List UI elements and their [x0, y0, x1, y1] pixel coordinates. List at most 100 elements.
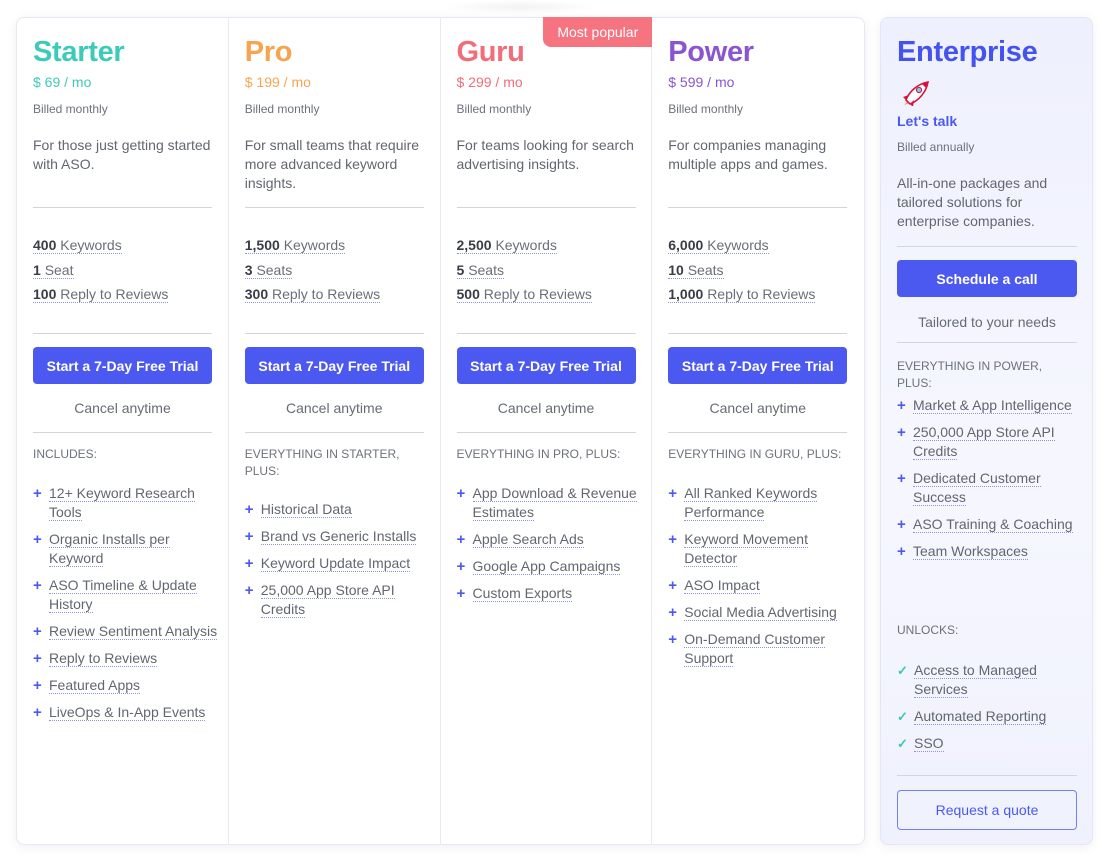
feature-item[interactable]: + Review Sentiment Analysis [33, 622, 218, 641]
quota-item[interactable]: 5 Seats [456, 261, 592, 286]
feature-item[interactable]: + Keyword Movement Detector [668, 530, 853, 568]
feature-item[interactable]: + Brand vs Generic Installs [245, 527, 430, 546]
unlock-item[interactable]: ✓ Automated Reporting [897, 707, 1082, 726]
feature-item[interactable]: + Reply to Reviews [33, 649, 218, 668]
feature-label: Market & App Intelligence [913, 397, 1072, 414]
plus-icon: + [668, 485, 678, 502]
quota-item[interactable]: 3 Seats [244, 261, 380, 286]
plan-card-enterprise: Enterprise Let's talk Billed annually Al… [880, 17, 1093, 845]
quota-label: Seat [44, 261, 74, 278]
feature-label: Historical Data [260, 501, 352, 518]
feature-item[interactable]: + All Ranked Keywords Performance [668, 484, 853, 522]
divider [33, 207, 212, 208]
feature-item[interactable]: + App Download & Revenue Estimates [457, 484, 642, 522]
start-trial-button[interactable]: Start a 7-Day Free Trial [33, 347, 212, 384]
plus-icon: + [33, 704, 42, 721]
feature-label: Featured Apps [49, 677, 141, 694]
start-trial-button[interactable]: Start a 7-Day Free Trial [668, 347, 848, 384]
plus-icon: + [897, 543, 906, 560]
feature-item[interactable]: + Google App Campaigns [457, 557, 642, 576]
feature-item[interactable]: +12+ Keyword Research Tools [33, 484, 218, 522]
plan-price: $ 69 / mo [33, 74, 92, 90]
feature-item[interactable]: + Featured Apps [33, 676, 218, 695]
feature-label: Keyword Update Impact [260, 555, 411, 572]
feature-item[interactable]: + Keyword Update Impact [245, 554, 430, 573]
feature-item[interactable]: + Market & App Intelligence [897, 396, 1082, 415]
feature-item[interactable]: + Historical Data [245, 500, 430, 519]
feature-label: Social Media Advertising [684, 604, 837, 621]
feature-item[interactable]: + Team Workspaces [897, 542, 1082, 561]
divider [244, 207, 424, 208]
quota-item[interactable]: 400 Keywords [33, 236, 168, 261]
quota-value: 100 [33, 286, 57, 302]
plan-name: Enterprise [897, 36, 1038, 68]
plus-icon: + [33, 577, 42, 594]
plan-price: $ 299 / mo [456, 74, 523, 90]
unlocks-title: UNLOCKS: [897, 623, 959, 637]
request-quote-button[interactable]: Request a quote [897, 790, 1077, 830]
plus-icon: + [33, 623, 42, 640]
feature-item[interactable]: +250,000 App Store API Credits [897, 423, 1082, 461]
feature-label: Brand vs Generic Installs [260, 528, 417, 545]
feature-label: Organic Installs per Keyword [49, 531, 170, 567]
quota-value: 400 [33, 237, 57, 253]
quota-value: 1 [33, 261, 41, 278]
feature-item[interactable]: + Organic Installs per Keyword [33, 530, 218, 568]
includes-title: EVERYTHING IN GURU, PLUS: [668, 447, 842, 461]
quota-item[interactable]: 6,000 Keywords [668, 236, 815, 261]
quota-item[interactable]: 1 Seat [33, 261, 168, 286]
feature-item[interactable]: + ASO Timeline & Update History [33, 576, 218, 614]
billing-period: Billed monthly [668, 102, 743, 116]
feature-item[interactable]: + ASO Training & Coaching [897, 515, 1082, 534]
feature-list: + All Ranked Keywords Performance + Keyword… [668, 484, 853, 676]
quota-item[interactable]: 100 Reply to Reviews [33, 285, 169, 310]
feature-label: 12+ Keyword Research Tools [49, 485, 195, 521]
feature-item[interactable]: + ASO Impact [668, 576, 853, 595]
unlock-label: SSO [914, 735, 944, 752]
start-trial-button[interactable]: Start a 7-Day Free Trial [244, 347, 424, 384]
plan-card-power: Power $ 599 / mo Billed monthly For compani… [652, 18, 864, 844]
plus-icon: + [897, 516, 906, 533]
feature-item[interactable]: + LiveOps & In-App Events [33, 703, 218, 722]
quota-item[interactable]: 500 Reply to Reviews [456, 285, 592, 310]
feature-item[interactable]: + Social Media Advertising [668, 603, 853, 622]
plan-description: For teams looking for search advertising… [456, 137, 634, 172]
unlock-item[interactable]: ✓ SSO [897, 734, 1082, 753]
plus-icon: + [668, 631, 678, 648]
quota-label: Reply to Reviews [707, 286, 816, 302]
start-trial-button[interactable]: Start a 7-Day Free Trial [456, 347, 636, 384]
check-icon: ✓ [897, 709, 908, 724]
quota-item[interactable]: 10 Seats [668, 261, 815, 286]
plus-icon: + [668, 531, 678, 548]
schedule-call-button[interactable]: Schedule a call [897, 260, 1077, 297]
plan-description: For companies managing multiple apps and… [668, 137, 828, 172]
divider [668, 333, 848, 334]
quota-item[interactable]: 300 Reply to Reviews [244, 285, 381, 310]
feature-item[interactable]: + Custom Exports [457, 584, 642, 603]
feature-item[interactable]: + Dedicated Customer Success [897, 469, 1082, 507]
quota-item[interactable]: 1,500 Keywords [244, 236, 380, 261]
divider [897, 775, 1077, 776]
feature-item[interactable]: + Apple Search Ads [457, 530, 642, 549]
feature-label: ASO Impact [684, 577, 760, 594]
divider [668, 207, 848, 208]
plus-icon: + [668, 577, 678, 594]
feature-item[interactable]: +25,000 App Store API Credits [245, 581, 430, 619]
quota-value: 5 [456, 261, 465, 278]
unlock-item[interactable]: ✓ Access to Managed Services [897, 661, 1082, 699]
quota-item[interactable]: 1,000 Reply to Reviews [668, 285, 816, 310]
billing-period: Billed monthly [456, 102, 532, 116]
quota-list: 400 Keywords 1 Seat 100 Reply to Reviews [33, 236, 169, 310]
plan-description: For those just getting started with ASO. [33, 137, 211, 172]
quota-value: 500 [456, 286, 480, 302]
feature-label: 25,000 App Store API Credits [260, 582, 395, 618]
plus-icon: + [456, 531, 466, 548]
cancel-anytime-note: Cancel anytime [709, 400, 807, 416]
feature-list: + Market & App Intelligence +250,000 App S… [897, 396, 1082, 569]
feature-item[interactable]: + On-Demand Customer Support [668, 630, 853, 668]
includes-title: INCLUDES: [33, 447, 98, 461]
quota-item[interactable]: 2,500 Keywords [456, 236, 592, 261]
plus-icon: + [33, 485, 42, 502]
quota-value: 1,000 [668, 286, 704, 302]
plan-card-starter: Starter $ 69 / mo Billed monthly For those … [17, 18, 229, 844]
